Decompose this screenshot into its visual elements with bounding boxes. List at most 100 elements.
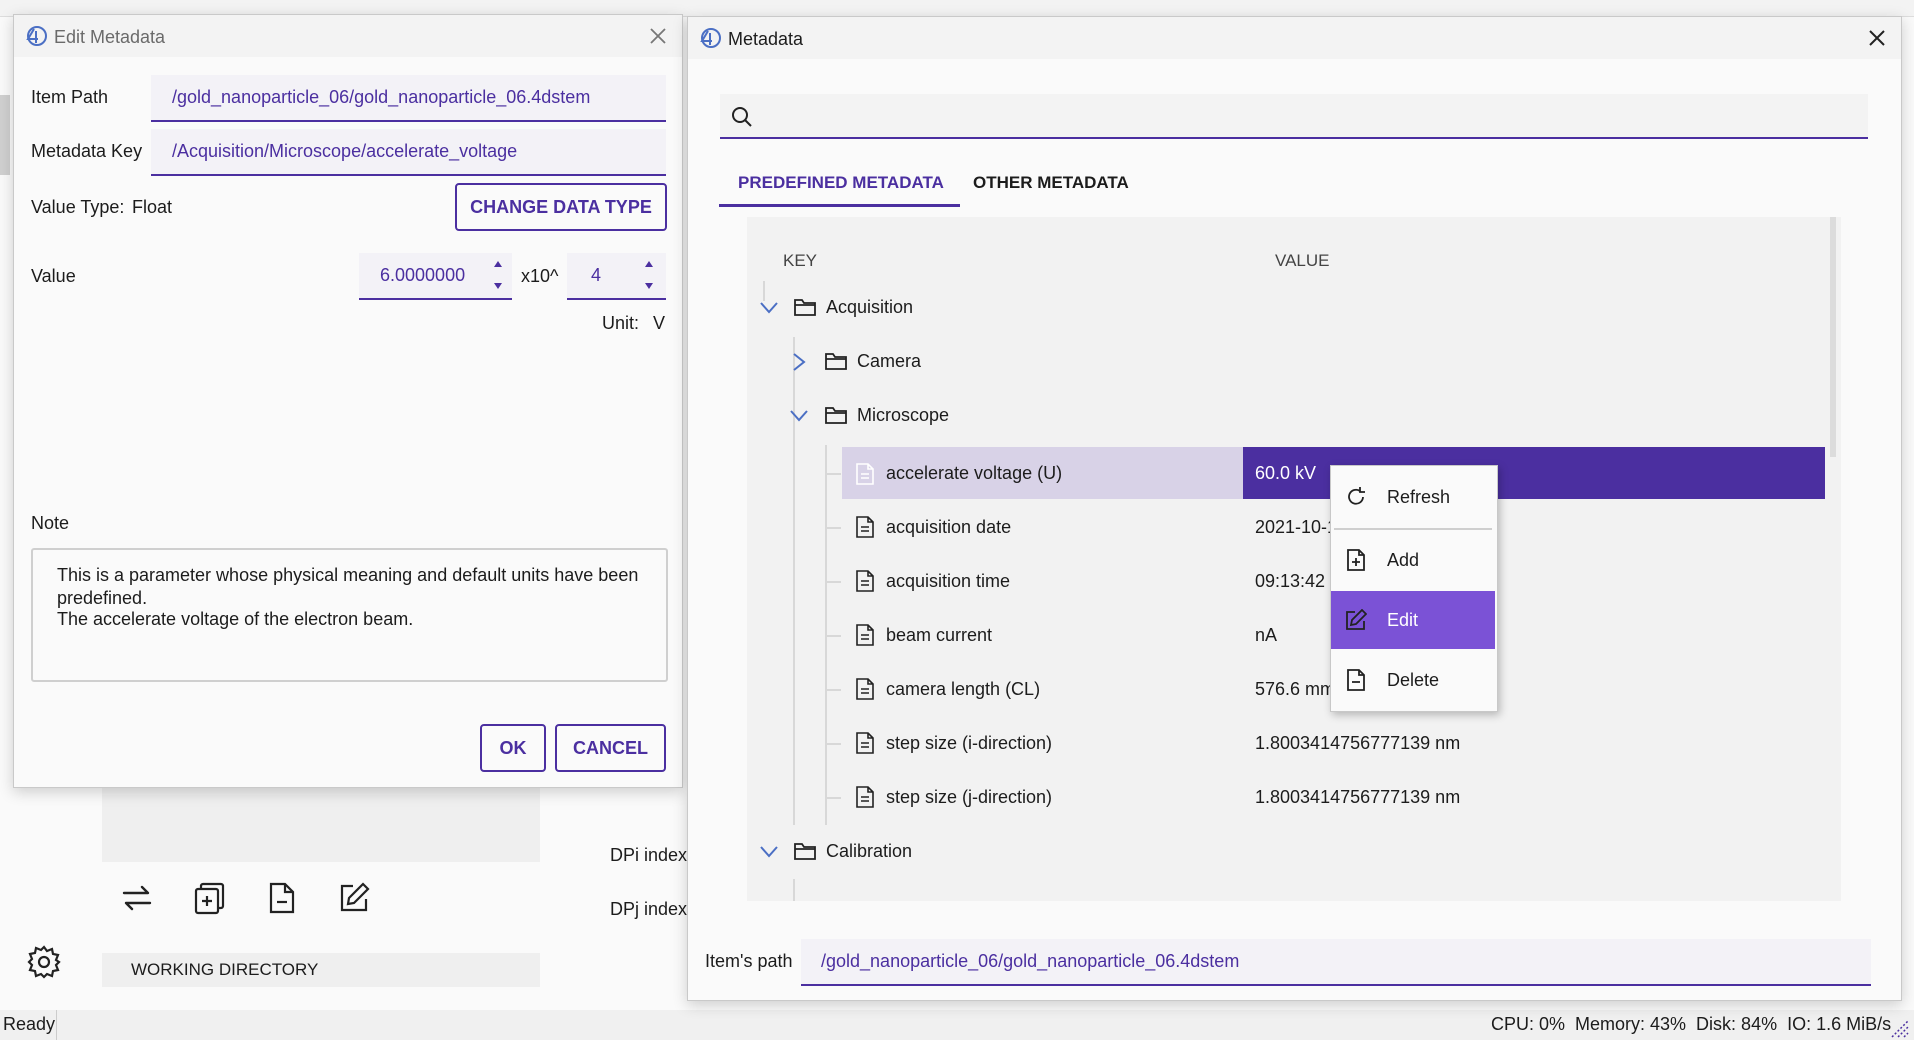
tree-node-label: Camera — [857, 351, 922, 371]
value-type: Float — [132, 197, 173, 217]
exponent-spinbox[interactable]: 4 — [567, 253, 666, 300]
status-bar: Ready CPU: 0% Memory: 43% Disk: 84% IO: … — [0, 1010, 1914, 1040]
ok-button[interactable]: OK — [480, 724, 546, 772]
row-value: 2021-10-1 — [1255, 517, 1338, 537]
tree-branch — [827, 797, 841, 799]
chevron-down-icon[interactable] — [759, 843, 779, 859]
swap-icon[interactable] — [120, 881, 154, 915]
menu-separator — [1334, 528, 1492, 530]
value-type-label: Value Type: — [31, 197, 125, 217]
chevron-down-icon[interactable] — [789, 407, 809, 423]
folder-icon — [794, 841, 816, 861]
tree-branch — [827, 581, 841, 583]
row-key: beam current — [886, 625, 993, 645]
status-divider — [56, 1010, 57, 1040]
tab-predefined-metadata[interactable]: PREDEFINED METADATA — [719, 152, 960, 207]
item-path-label: Item Path — [31, 87, 109, 107]
menu-item-delete[interactable]: Delete — [1331, 651, 1495, 709]
tree-node-microscope[interactable]: Microscope — [747, 389, 1827, 443]
menu-item-label: Add — [1387, 549, 1420, 570]
tree-row[interactable]: acquisition date 2021-10-1 — [747, 501, 1827, 553]
metadata-window: Metadata PREDEFINED METADATA OTHER METAD… — [687, 16, 1902, 1001]
working-directory-label: WORKING DIRECTORY — [131, 960, 319, 979]
value-label: Value — [31, 266, 76, 286]
tree-row[interactable]: camera length (CL) 576.6 mm — [747, 663, 1827, 715]
close-icon[interactable] — [1867, 28, 1887, 48]
close-icon[interactable] — [648, 26, 668, 46]
dialog-title-bar: Edit Metadata — [14, 15, 682, 57]
tree-row[interactable]: beam current nA — [747, 609, 1827, 661]
folder-icon — [825, 405, 847, 425]
app-logo-icon — [698, 27, 722, 49]
tab-other-label: OTHER METADATA — [973, 173, 1129, 192]
row-value: 1.8003414756777139 nm — [1255, 787, 1461, 807]
delete-file-icon — [1345, 669, 1367, 691]
tree-branch — [827, 635, 841, 637]
left-edge-strip — [0, 95, 10, 175]
dpj-index-label: DPj index — [610, 899, 688, 919]
tree-row[interactable]: acquisition time 09:13:42 — [747, 555, 1827, 607]
tree-row[interactable]: step size (j-direction) 1.80034147567771… — [747, 771, 1827, 823]
item-path-value: /gold_nanoparticle_06/gold_nanoparticle_… — [172, 87, 591, 107]
metadata-key-label: Metadata Key — [31, 141, 143, 161]
change-data-type-button[interactable]: CHANGE DATA TYPE — [455, 183, 667, 231]
item-path-field[interactable]: /gold_nanoparticle_06/gold_nanoparticle_… — [151, 75, 666, 122]
tree-guide — [793, 879, 795, 901]
menu-item-add[interactable]: Add — [1331, 531, 1495, 589]
row-key: step size (j-direction) — [886, 787, 1053, 807]
metadata-tree: KEY VALUE Acquisition Camera Microscope … — [747, 217, 1841, 901]
mantissa-stepper-arrows-icon[interactable] — [491, 257, 505, 293]
document-icon — [856, 570, 874, 592]
cancel-button[interactable]: CANCEL — [555, 724, 666, 772]
tree-row[interactable]: accelerate voltage (U) 60.0 kV — [747, 447, 1827, 499]
document-icon — [856, 463, 874, 485]
tree-branch — [827, 473, 841, 475]
menu-item-label: Edit — [1387, 609, 1419, 630]
menu-item-label: Delete — [1387, 669, 1440, 690]
note-label: Note — [31, 513, 70, 533]
unit-value: V — [653, 313, 666, 333]
tree-scrollbar[interactable] — [1830, 217, 1836, 457]
items-path-field[interactable]: /gold_nanoparticle_06/gold_nanoparticle_… — [801, 939, 1871, 986]
tree-node-label: Microscope — [857, 405, 950, 425]
document-icon — [856, 624, 874, 646]
exponent-label: x10^ — [521, 266, 559, 286]
remove-file-icon[interactable] — [265, 881, 299, 915]
search-field[interactable] — [720, 94, 1868, 139]
edit-file-icon[interactable] — [337, 881, 371, 915]
menu-item-edit[interactable]: Edit — [1331, 591, 1495, 649]
exponent-stepper-arrows-icon[interactable] — [642, 257, 656, 293]
dpi-index-label: DPi index — [610, 845, 688, 865]
add-file-icon[interactable] — [193, 881, 227, 915]
context-menu: Refresh Add Edit Delete — [1330, 465, 1498, 712]
chevron-down-icon[interactable] — [759, 299, 779, 315]
note-textarea[interactable]: This is a parameter whose physical meani… — [31, 548, 668, 682]
row-value: 60.0 kV — [1255, 463, 1317, 483]
tree-node-calibration[interactable]: Calibration — [747, 825, 1827, 879]
search-input[interactable] — [764, 102, 1858, 130]
document-icon — [856, 516, 874, 538]
metadata-key-value: /Acquisition/Microscope/accelerate_volta… — [172, 141, 518, 161]
metadata-window-title: Metadata — [728, 29, 804, 49]
folder-icon — [794, 297, 816, 317]
tree-row[interactable]: step size (i-direction) 1.80034147567771… — [747, 717, 1827, 769]
row-value: 09:13:42 — [1255, 571, 1326, 591]
metadata-title-bar: Metadata — [688, 17, 1901, 59]
tab-other-metadata[interactable]: OTHER METADATA — [960, 152, 1140, 204]
tree-node-acquisition[interactable]: Acquisition — [747, 281, 1827, 335]
tree-node-camera[interactable]: Camera — [747, 335, 1827, 389]
dialog-title: Edit Metadata — [54, 27, 166, 47]
resize-grip-icon[interactable] — [1890, 1020, 1910, 1038]
working-directory-field[interactable]: WORKING DIRECTORY — [102, 953, 540, 987]
tree-node-label: Acquisition — [826, 297, 914, 317]
mantissa-spinbox[interactable]: 6.0000000 — [359, 253, 512, 300]
metadata-key-field[interactable]: /Acquisition/Microscope/accelerate_volta… — [151, 129, 666, 176]
chevron-right-icon[interactable] — [791, 352, 807, 372]
settings-gear-icon[interactable] — [27, 945, 61, 979]
unit-label: Unit: — [602, 313, 640, 333]
menu-item-refresh[interactable]: Refresh — [1331, 468, 1495, 526]
edit-icon — [1345, 609, 1367, 631]
row-key: camera length (CL) — [886, 679, 1041, 699]
preview-panel — [102, 786, 540, 862]
tree-node-label: Calibration — [826, 841, 913, 861]
